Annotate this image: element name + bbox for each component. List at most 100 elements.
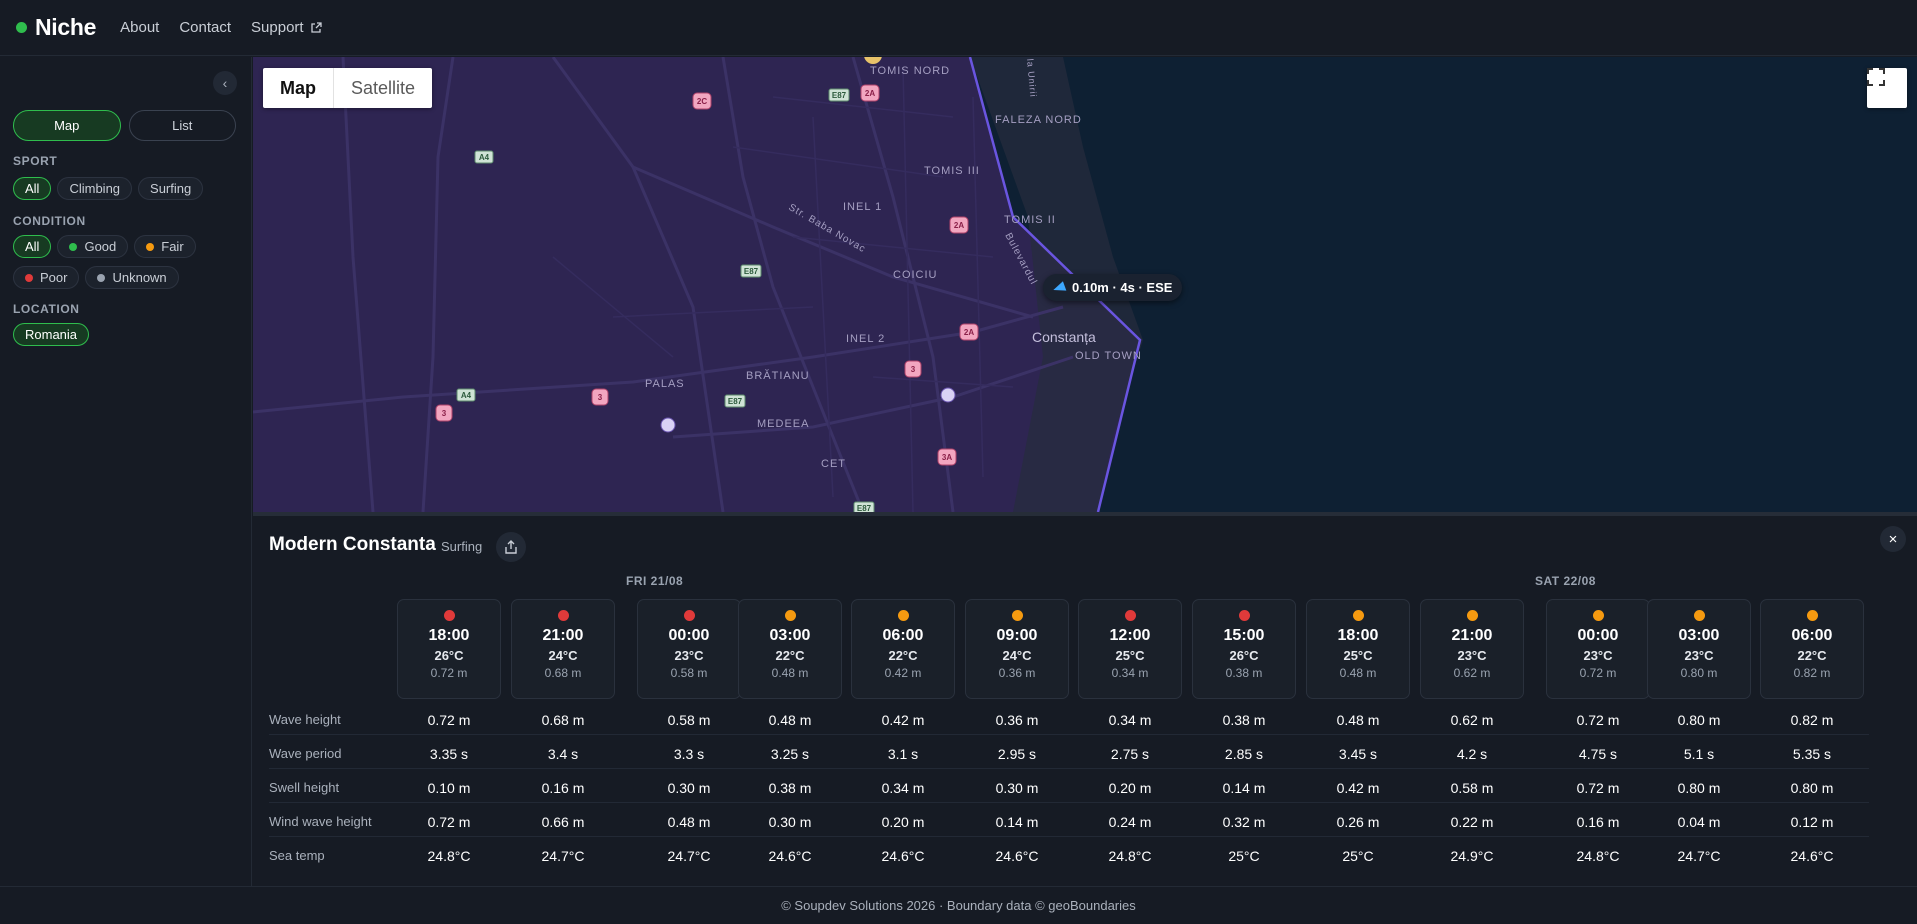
location-chips: Romania: [13, 323, 238, 346]
chevron-left-icon: ‹: [222, 75, 228, 91]
svg-text:E87: E87: [857, 504, 872, 512]
label-coiciu: COICIU: [893, 269, 938, 281]
slot-temperature: 25°C: [1343, 648, 1373, 663]
svg-text:2A: 2A: [964, 328, 974, 337]
forecast-slot-card[interactable]: 21:00 24°C 0.68 m: [511, 599, 615, 699]
forecast-value-cell: 4.75 s: [1578, 746, 1618, 762]
condition-chip-poor[interactable]: Poor: [13, 266, 80, 289]
forecast-value-cell: 24.7°C: [1677, 848, 1721, 864]
forecast-slot-card[interactable]: 12:00 25°C 0.34 m: [1078, 599, 1182, 699]
sport-chip-surfing[interactable]: Surfing: [138, 177, 204, 200]
forecast-slot-card[interactable]: 21:00 23°C 0.62 m: [1420, 599, 1524, 699]
location-section-label: LOCATION: [13, 302, 80, 316]
condition-chip-all[interactable]: All: [13, 235, 52, 258]
slot-wave-height: 0.36 m: [998, 666, 1036, 680]
view-map-button[interactable]: Map: [13, 110, 121, 141]
footer: © Soupdev Solutions 2026 · Boundary data…: [0, 886, 1917, 924]
map-view[interactable]: TOMIS NORD FALEZA NORD TOMIS III INEL 1 …: [253, 57, 1917, 512]
forecast-slot-card[interactable]: 18:00 25°C 0.48 m: [1306, 599, 1410, 699]
forecast-slot-card[interactable]: 18:00 26°C 0.72 m: [397, 599, 501, 699]
forecast-slot-card[interactable]: 00:00 23°C 0.72 m: [1546, 599, 1650, 699]
slot-temperature: 24°C: [548, 648, 578, 663]
view-list-button[interactable]: List: [128, 110, 236, 141]
sport-chip-climbing[interactable]: Climbing: [57, 177, 133, 200]
label-old-town: OLD TOWN: [1075, 350, 1142, 362]
app-logo[interactable]: Niche: [35, 14, 96, 41]
close-icon: ×: [1888, 530, 1898, 548]
unknown-status-dot-icon: [97, 273, 106, 282]
nav-about[interactable]: About: [120, 19, 159, 36]
forecast-value-cell: 5.1 s: [1683, 746, 1715, 762]
forecast-value-cell: 2.95 s: [997, 746, 1037, 762]
slot-temperature: 24°C: [1002, 648, 1032, 663]
forecast-value-cell: 0.72 m: [1576, 780, 1620, 796]
footer-text: © Soupdev Solutions 2026 · Boundary data…: [781, 898, 1136, 913]
forecast-value-cell: 24.8°C: [427, 848, 471, 864]
slot-temperature: 26°C: [434, 648, 464, 663]
map-type-satellite-button[interactable]: Satellite: [334, 68, 432, 108]
map-type-map-button[interactable]: Map: [263, 68, 334, 108]
label-medeea: MEDEEA: [757, 418, 809, 430]
sport-section-label: SPORT: [13, 154, 58, 168]
wave-marker[interactable]: 0.10m · 4s · ESE: [1043, 274, 1183, 301]
slot-time: 18:00: [428, 627, 470, 644]
condition-chip-fair[interactable]: Fair: [134, 235, 196, 258]
nav-contact[interactable]: Contact: [179, 19, 231, 36]
forecast-slot-card[interactable]: 06:00 22°C 0.82 m: [1760, 599, 1864, 699]
fullscreen-button[interactable]: [1867, 68, 1907, 108]
svg-text:A4: A4: [479, 153, 490, 162]
forecast-value-cell: 3.1 s: [887, 746, 919, 762]
condition-status-dot-icon: [1238, 610, 1250, 621]
label-tomis-iii: TOMIS III: [924, 165, 980, 177]
slot-time: 00:00: [1577, 627, 1619, 644]
forecast-value-cell: 24.7°C: [541, 848, 585, 864]
forecast-value-cell: 3.35 s: [429, 746, 469, 762]
fair-status-dot-icon: [146, 242, 155, 251]
label-cet: CET: [821, 458, 846, 470]
poor-status-dot-icon: [25, 273, 33, 282]
forecast-value-cell: 24.6°C: [995, 848, 1039, 864]
forecast-value-cell: 0.20 m: [881, 814, 925, 830]
forecast-slot-card[interactable]: 09:00 24°C 0.36 m: [965, 599, 1069, 699]
forecast-value-cell: 0.48 m: [768, 712, 812, 728]
collapse-sidebar-button[interactable]: ‹: [213, 71, 237, 95]
condition-status-dot-icon: [784, 610, 796, 621]
label-bratianu: BRĂTIANU: [746, 369, 810, 382]
row-divider: [269, 802, 1869, 803]
nav-support-label: Support: [251, 19, 304, 36]
slot-wave-height: 0.42 m: [884, 666, 922, 680]
forecast-slot-card[interactable]: 15:00 26°C 0.38 m: [1192, 599, 1296, 699]
condition-chip-good[interactable]: Good: [57, 235, 129, 258]
slot-temperature: 23°C: [1583, 648, 1613, 663]
forecast-value-cell: 0.20 m: [1108, 780, 1152, 796]
forecast-slot-card[interactable]: 00:00 23°C 0.58 m: [637, 599, 741, 699]
slot-wave-height: 0.72 m: [430, 666, 468, 680]
condition-chip-unknown-label: Unknown: [112, 270, 167, 285]
condition-chip-good-label: Good: [84, 239, 117, 254]
forecast-slot-card[interactable]: 03:00 23°C 0.80 m: [1647, 599, 1751, 699]
close-panel-button[interactable]: ×: [1880, 526, 1906, 552]
slot-temperature: 23°C: [674, 648, 704, 663]
slot-temperature: 26°C: [1229, 648, 1259, 663]
svg-text:2A: 2A: [865, 89, 875, 98]
forecast-value-cell: 0.72 m: [1576, 712, 1620, 728]
forecast-slot-card[interactable]: 06:00 22°C 0.42 m: [851, 599, 955, 699]
condition-chip-unknown[interactable]: Unknown: [85, 266, 179, 289]
sport-chip-all[interactable]: All: [13, 177, 52, 200]
forecast-value-cell: 0.62 m: [1450, 712, 1494, 728]
forecast-value-cell: 0.38 m: [768, 780, 812, 796]
wave-direction-arrow-icon: [1051, 280, 1067, 295]
share-button[interactable]: [496, 532, 526, 562]
slot-wave-height: 0.34 m: [1111, 666, 1149, 680]
forecast-value-cell: 0.82 m: [1790, 712, 1834, 728]
forecast-slot-card[interactable]: 03:00 22°C 0.48 m: [738, 599, 842, 699]
forecast-value-cell: 3.25 s: [770, 746, 810, 762]
location-chip-romania[interactable]: Romania: [13, 323, 90, 346]
slot-temperature: 22°C: [775, 648, 805, 663]
forecast-value-cell: 0.80 m: [1677, 712, 1721, 728]
row-divider: [269, 734, 1869, 735]
label-palas: PALAS: [645, 378, 685, 390]
forecast-value-cell: 3.4 s: [547, 746, 579, 762]
nav-support[interactable]: Support: [251, 19, 322, 36]
condition-status-dot-icon: [1693, 610, 1705, 621]
